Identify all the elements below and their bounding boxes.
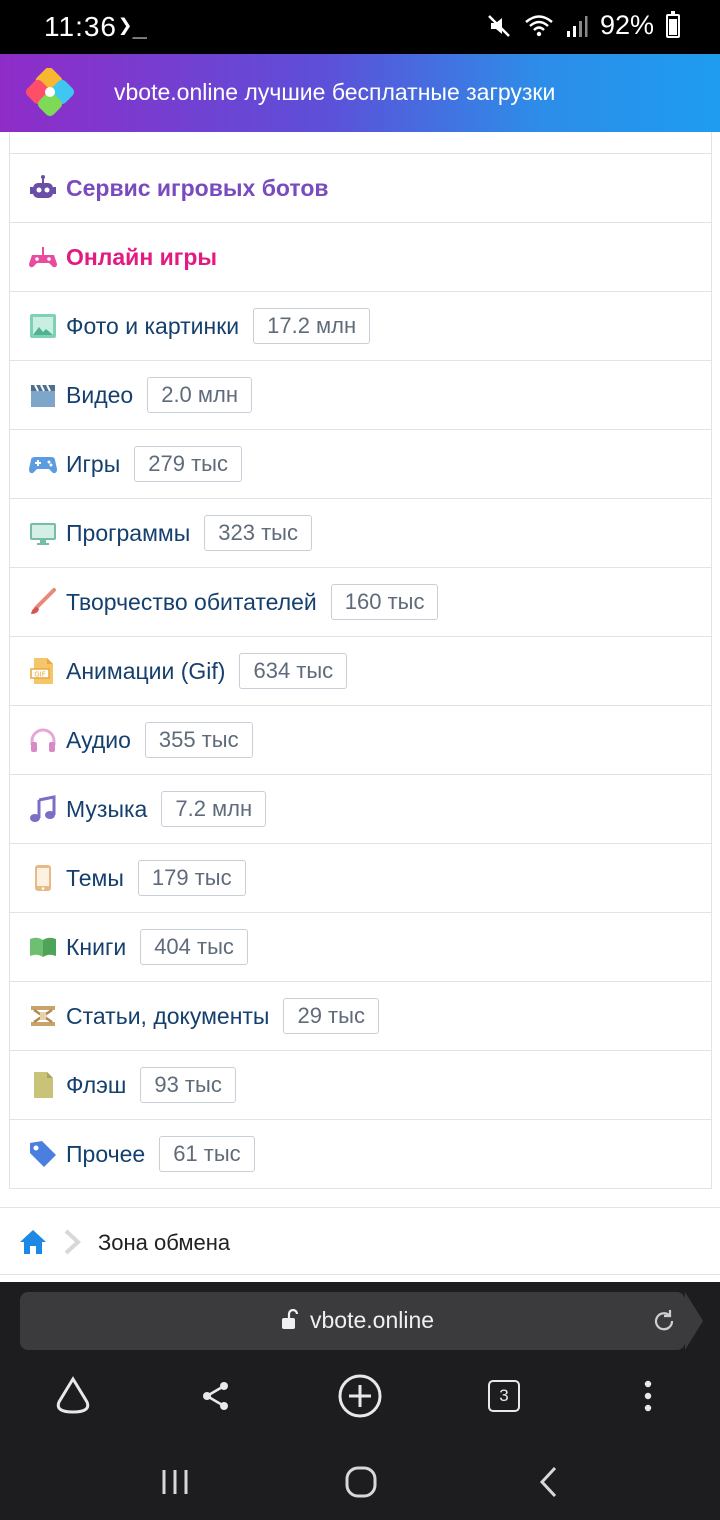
list-item[interactable]: Темы 179 тыс bbox=[10, 843, 711, 912]
list-item[interactable]: Музыка 7.2 млн bbox=[10, 774, 711, 843]
mute-icon bbox=[488, 14, 510, 37]
list-item-label[interactable]: Книги bbox=[66, 934, 126, 961]
recent-apps-icon[interactable] bbox=[155, 1462, 195, 1502]
clapperboard-icon bbox=[31, 384, 55, 407]
gif-file-icon: GIF bbox=[30, 658, 53, 684]
list-item[interactable]: Статьи, документы 29 тыс bbox=[10, 981, 711, 1050]
count-badge: 29 тыс bbox=[283, 998, 379, 1034]
site-header: vbote.online лучшие бесплатные загрузки bbox=[0, 54, 720, 132]
headphones-icon bbox=[30, 728, 56, 752]
list-item[interactable]: Прочее 61 тыс bbox=[10, 1119, 711, 1188]
share-button[interactable] bbox=[188, 1368, 244, 1424]
new-tab-button[interactable] bbox=[332, 1368, 388, 1424]
menu-button[interactable] bbox=[620, 1368, 676, 1424]
breadcrumb: Зона обмена bbox=[0, 1207, 720, 1275]
alice-icon bbox=[56, 1376, 90, 1414]
back-icon[interactable] bbox=[530, 1462, 570, 1502]
monitor-icon bbox=[30, 523, 56, 545]
list-item-label[interactable]: Флэш bbox=[66, 1072, 126, 1099]
signal-icon bbox=[566, 15, 588, 37]
share-icon bbox=[203, 1382, 228, 1410]
battery-icon bbox=[666, 10, 680, 38]
status-time: 11:36 bbox=[44, 11, 117, 42]
site-title: vbote.online лучшие бесплатные загрузки bbox=[114, 79, 556, 105]
home-button-icon[interactable] bbox=[341, 1462, 381, 1502]
list-item-label[interactable]: Темы bbox=[66, 865, 124, 892]
count-badge: 179 тыс bbox=[137, 860, 246, 896]
count-badge: 2.0 млн bbox=[147, 377, 253, 413]
plus-circle-icon bbox=[338, 1374, 382, 1418]
battery-percent: 92% bbox=[599, 10, 654, 40]
system-nav-bar bbox=[0, 1442, 720, 1520]
wifi-icon bbox=[525, 14, 553, 36]
count-badge: 355 тыс bbox=[144, 722, 253, 758]
phone-icon bbox=[35, 865, 51, 891]
tab-count: 3 bbox=[488, 1380, 520, 1412]
tag-icon bbox=[30, 1141, 56, 1167]
reload-icon[interactable] bbox=[651, 1308, 677, 1334]
count-badge: 160 тыс bbox=[330, 584, 439, 620]
list-item-label[interactable]: Музыка bbox=[66, 796, 147, 823]
list-item-label[interactable]: Прочее bbox=[66, 1141, 145, 1168]
image-icon bbox=[30, 314, 56, 338]
terminal-icon: ❯_ bbox=[118, 11, 147, 39]
list-item-partial bbox=[10, 132, 711, 153]
list-item[interactable]: Сервис игровых ботов bbox=[10, 153, 711, 222]
count-badge: 93 тыс bbox=[140, 1067, 236, 1103]
list-item-label[interactable]: Анимации (Gif) bbox=[66, 658, 225, 685]
list-item[interactable]: Книги 404 тыс bbox=[10, 912, 711, 981]
list-item[interactable]: Флэш 93 тыс bbox=[10, 1050, 711, 1119]
count-badge: 17.2 млн bbox=[253, 308, 371, 344]
list-item-label[interactable]: Статьи, документы bbox=[66, 1003, 269, 1030]
list-item[interactable]: Онлайн игры bbox=[10, 222, 711, 291]
list-item-label[interactable]: Игры bbox=[66, 451, 120, 478]
list-item[interactable]: Аудио 355 тыс bbox=[10, 705, 711, 774]
count-badge: 7.2 млн bbox=[161, 791, 267, 827]
list-item[interactable]: Видео 2.0 млн bbox=[10, 360, 711, 429]
list-item[interactable]: Программы 323 тыс bbox=[10, 498, 711, 567]
music-note-icon bbox=[30, 795, 56, 822]
breadcrumb-current[interactable]: Зона обмена bbox=[98, 1230, 230, 1256]
gamepad-icon bbox=[29, 457, 57, 474]
list-item-label[interactable]: Программы bbox=[66, 520, 190, 547]
list-item-label[interactable]: Видео bbox=[66, 382, 133, 409]
book-icon bbox=[30, 937, 56, 957]
count-badge: 279 тыс bbox=[134, 446, 242, 482]
gamepad-pink-icon bbox=[29, 247, 57, 268]
more-vertical-icon bbox=[644, 1380, 652, 1412]
logo-icon[interactable] bbox=[26, 68, 76, 118]
list-item[interactable]: Игры 279 тыс bbox=[10, 429, 711, 498]
separator-icon bbox=[64, 1229, 81, 1255]
lock-icon bbox=[282, 1309, 299, 1329]
list-item-label[interactable]: Сервис игровых ботов bbox=[66, 175, 329, 202]
home-icon[interactable] bbox=[18, 1227, 48, 1257]
status-bar: 11:36 ❯_ 92% bbox=[0, 0, 720, 54]
list-item[interactable]: Фото и картинки 17.2 млн bbox=[10, 291, 711, 360]
tabs-button[interactable]: 3 bbox=[476, 1368, 532, 1424]
list-item-label[interactable]: Онлайн игры bbox=[66, 244, 217, 271]
flash-file-icon bbox=[34, 1072, 53, 1098]
address-bar[interactable]: vbote.online bbox=[20, 1292, 703, 1350]
list-item-label[interactable]: Творчество обитателей bbox=[66, 589, 317, 616]
list-item-label[interactable]: Фото и картинки bbox=[66, 313, 239, 340]
documents-icon bbox=[31, 1006, 55, 1026]
count-badge: 404 тыс bbox=[140, 929, 248, 965]
svg-text:GIF: GIF bbox=[34, 671, 46, 679]
robot-icon bbox=[30, 175, 56, 198]
url-text[interactable]: vbote.online bbox=[310, 1307, 434, 1334]
brush-icon bbox=[31, 588, 56, 614]
browser-toolbar: vbote.online 3 bbox=[0, 1282, 720, 1442]
list-item[interactable]: Творчество обитателей 160 тыс bbox=[10, 567, 711, 636]
count-badge: 323 тыс bbox=[204, 515, 312, 551]
list-item-label[interactable]: Аудио bbox=[66, 727, 131, 754]
count-badge: 634 тыс bbox=[239, 653, 348, 689]
category-list: Сервис игровых ботов Онлайн игры Фото и … bbox=[9, 132, 712, 1189]
list-item[interactable]: GIF Анимации (Gif) 634 тыс bbox=[10, 636, 711, 705]
alice-button[interactable] bbox=[45, 1368, 101, 1424]
count-badge: 61 тыс bbox=[159, 1136, 255, 1172]
